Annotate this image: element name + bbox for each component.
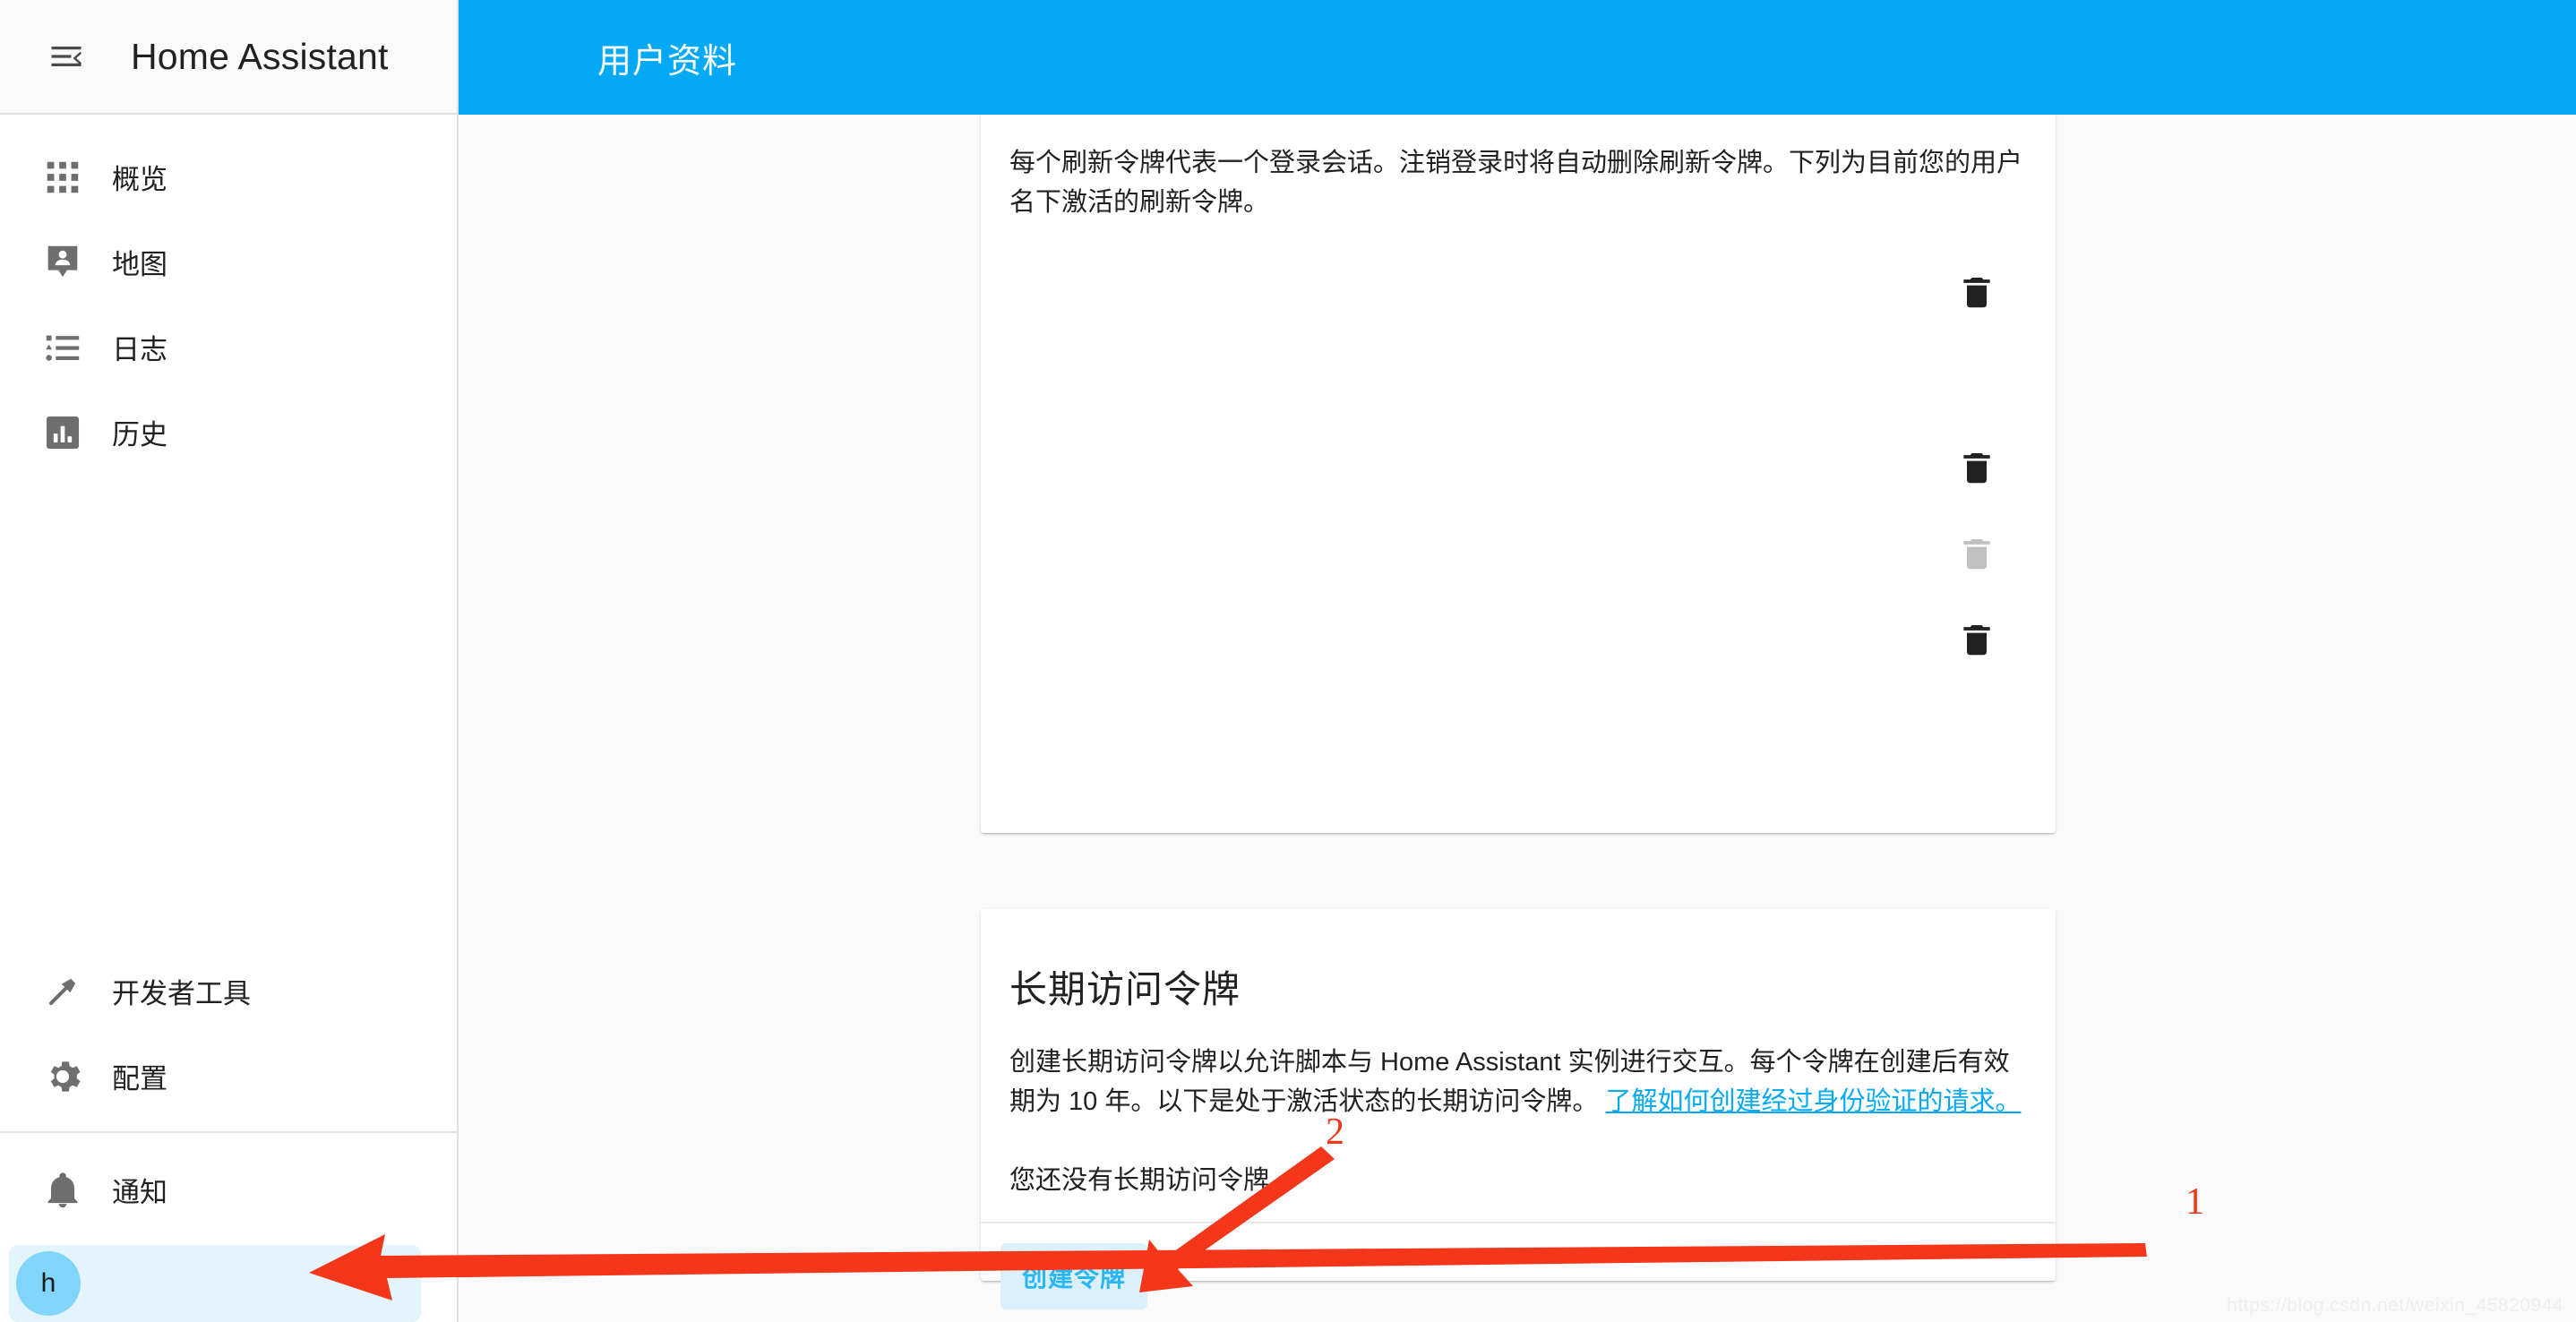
main-area: 用户资料 每个刷新令牌代表一个登录会话。注销登录时将自动删除刷新令牌。下列为目前… [459,0,2576,1322]
sidebar-item-label: 历史 [112,419,167,451]
sidebar-item-configuration[interactable]: 配置 [0,1034,457,1119]
page-title: 用户资料 [597,42,738,81]
sidebar-primary-items: 概览 地图 日志 历史 [0,115,457,475]
sidebar-item-history[interactable]: 历史 [0,390,457,475]
hammer-icon [29,971,97,1012]
sidebar-item-overview[interactable]: 概览 [0,134,457,219]
learn-more-link[interactable]: 了解如何创建经过身份验证的请求。 [1605,1087,2021,1116]
sidebar-item-map[interactable]: 地图 [0,219,457,305]
table-row[interactable] [1941,258,2013,330]
create-token-button[interactable]: 创建令牌 [1000,1243,1148,1310]
sidebar-item-label: 概览 [112,164,167,195]
bell-icon [29,1170,97,1211]
map-marker-account-icon [29,242,97,283]
sidebar-scroll: 概览 地图 日志 历史 开发者工具 配置 通知 h [0,115,457,1322]
table-row[interactable] [1941,605,2013,677]
refresh-tokens-card: 每个刷新令牌代表一个登录会话。注销登录时将自动删除刷新令牌。下列为目前您的用户名… [981,115,2056,833]
content-scroll-area[interactable]: 每个刷新令牌代表一个登录会话。注销登录时将自动删除刷新令牌。下列为目前您的用户名… [459,115,2576,1322]
refresh-tokens-card-body: 每个刷新令牌代表一个登录会话。注销登录时将自动删除刷新令牌。下列为目前您的用户名… [981,115,2056,736]
home-assistant-app: Home Assistant 概览 地图 日志 历史 开发者工具 配置 通知 h… [0,0,2576,1322]
sidebar-item-developer-tools[interactable]: 开发者工具 [0,949,457,1034]
sidebar-title: Home Assistant [131,35,389,77]
sidebar-item-label: 通知 [112,1177,167,1208]
sidebar-item-label: 开发者工具 [112,978,251,1009]
sidebar-footer: 通知 h [0,1133,457,1322]
long-lived-access-tokens-card: 长期访问令牌 创建长期访问令牌以允许脚本与 Home Assistant 实例进… [981,909,2056,1310]
sidebar-header: Home Assistant [0,0,457,115]
delete-icon[interactable] [1957,448,1996,492]
sidebar-item-user-profile[interactable]: h [9,1245,421,1322]
sidebar-item-logbook[interactable]: 日志 [0,305,457,390]
menu-collapse-icon[interactable] [34,24,99,89]
sidebar: Home Assistant 概览 地图 日志 历史 开发者工具 配置 通知 h [0,0,459,1322]
llat-card-actions: 创建令牌 [981,1222,2056,1322]
cog-icon [29,1056,97,1097]
app-toolbar: 用户资料 [459,0,2576,115]
table-row-disabled [1941,519,2013,591]
avatar: h [16,1251,81,1316]
sidebar-item-label: 配置 [112,1063,167,1095]
llat-empty-state: 您还没有长期访问令牌。 [1009,1166,1296,1196]
view-dashboard-icon [29,157,97,198]
format-list-bulleted-icon [29,327,97,368]
sidebar-item-label: 日志 [112,334,167,365]
sidebar-item-notifications[interactable]: 通知 [0,1147,457,1232]
delete-icon[interactable] [1957,272,1996,316]
delete-icon[interactable] [1957,620,1996,664]
delete-icon-disabled [1957,534,1996,578]
sidebar-secondary-items: 开发者工具 配置 [0,931,457,1131]
chart-box-icon [29,412,97,453]
llat-card-body: 长期访问令牌 创建长期访问令牌以允许脚本与 Home Assistant 实例进… [981,909,2056,1222]
watermark: https://blog.csdn.net/weixin_45820944 [2227,1295,2563,1316]
refresh-tokens-list [1009,245,2027,736]
table-row[interactable] [1941,434,2013,505]
llat-description: 创建长期访问令牌以允许脚本与 Home Assistant 实例进行交互。每个令… [1009,1014,2027,1121]
sidebar-flex-spacer [0,475,457,931]
llat-heading: 长期访问令牌 [1009,968,1241,1010]
refresh-tokens-description: 每个刷新令牌代表一个登录会话。注销登录时将自动删除刷新令牌。下列为目前您的用户名… [1009,149,2023,218]
sidebar-item-label: 地图 [112,249,167,280]
